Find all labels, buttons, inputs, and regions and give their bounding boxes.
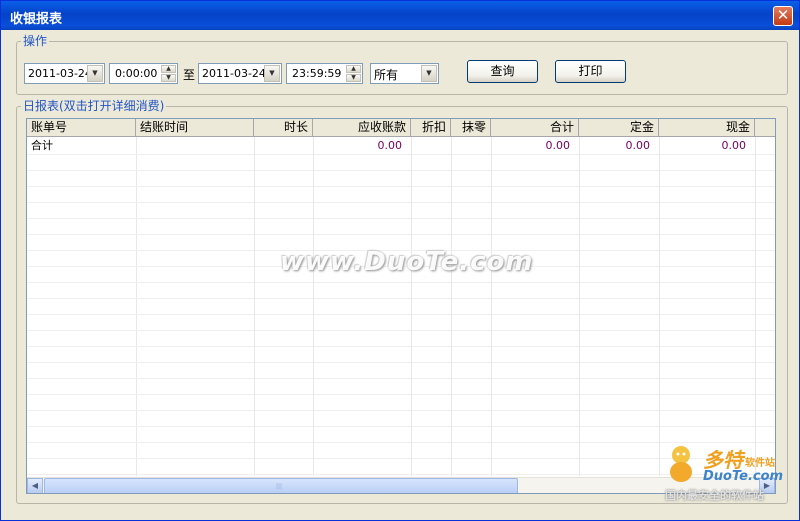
report-group-label: 日报表(双击打开详细消费): [21, 99, 167, 113]
window-title: 收银报表: [10, 12, 63, 27]
scroll-thumb[interactable]: |||: [44, 478, 518, 493]
grid-hline: [27, 330, 775, 331]
start-time-value: 0:00:00: [115, 67, 158, 80]
col-receivable[interactable]: 应收账款: [313, 119, 411, 137]
grip-icon: |||: [276, 483, 283, 490]
start-date-value: 2011-03-24: [28, 67, 92, 80]
col-duration[interactable]: 时长: [254, 119, 313, 137]
query-button[interactable]: 查询: [467, 60, 538, 83]
start-time-spinner[interactable]: 0:00:00 ▲ ▼: [109, 63, 178, 84]
scroll-left-icon[interactable]: ◀: [27, 478, 43, 493]
cell-bill-no: 合计: [31, 139, 53, 152]
duote-logo: 多特 软件站 DuoTe.com 国内最安全的软件站: [665, 444, 799, 506]
report-table[interactable]: 账单号 结账时间 时长 应收账款 折扣 抹零 合计 定金 现金 合计 0.00 …: [26, 118, 776, 494]
chevron-down-icon[interactable]: ▼: [421, 65, 437, 82]
print-button[interactable]: 打印: [555, 60, 626, 83]
chevron-down-icon[interactable]: ▼: [87, 65, 103, 82]
filter-value: 所有: [374, 68, 399, 82]
table-header: 账单号 结账时间 时长 应收账款 折扣 抹零 合计 定金 现金: [27, 119, 775, 137]
grid-hline: [27, 394, 775, 395]
grid-hline: [27, 282, 775, 283]
filter-select[interactable]: 所有 ▼: [370, 63, 439, 84]
chevron-down-icon[interactable]: ▼: [264, 65, 280, 82]
watermark-text: www.DuoTe.com: [280, 247, 534, 277]
spin-down-icon[interactable]: ▼: [346, 74, 361, 82]
title-bar[interactable]: 收银报表 ✕: [1, 1, 799, 30]
grid-hline: [27, 154, 775, 155]
grid-hline: [27, 426, 775, 427]
end-date-picker[interactable]: 2011-03-24 ▼: [198, 63, 282, 84]
col-cash[interactable]: 现金: [659, 119, 755, 137]
grid-hline: [27, 474, 775, 475]
col-total[interactable]: 合计: [491, 119, 579, 137]
cell-receivable: 0.00: [377, 139, 403, 152]
grid-hline: [27, 362, 775, 363]
logo-domain: DuoTe.com: [703, 469, 784, 484]
spin-up-icon[interactable]: ▲: [346, 65, 361, 73]
cell-duration: [254, 138, 313, 154]
cell-total: 0.00: [545, 139, 571, 152]
horizontal-scrollbar[interactable]: ◀ ||| ▶: [27, 477, 775, 493]
col-bill-no[interactable]: 账单号: [27, 119, 136, 137]
logo-sub: 软件站: [745, 458, 775, 469]
cell-checkout-time: [136, 138, 254, 154]
col-checkout-time[interactable]: 结账时间: [136, 119, 254, 137]
cell-deposit: 0.00: [625, 139, 651, 152]
spin-down-icon[interactable]: ▼: [161, 74, 176, 82]
col-deposit[interactable]: 定金: [579, 119, 659, 137]
grid-hline: [27, 202, 775, 203]
grid-hline: [27, 298, 775, 299]
cell-cash: 0.00: [721, 139, 747, 152]
close-icon: ✕: [776, 6, 790, 24]
grid-hline: [27, 442, 775, 443]
grid-hline: [27, 346, 775, 347]
logo-tagline: 国内最安全的软件站: [665, 489, 764, 502]
grid-hline: [27, 234, 775, 235]
mascot-icon: [670, 446, 692, 482]
grid-hline: [27, 458, 775, 459]
report-window: 收银报表 ✕ 操作 2011-03-24 ▼ 0:00:00 ▲ ▼ 至 2011…: [0, 0, 800, 521]
grid-hline: [27, 186, 775, 187]
grid-hline: [27, 170, 775, 171]
close-button[interactable]: ✕: [773, 6, 793, 26]
spin-up-icon[interactable]: ▲: [161, 65, 176, 73]
end-date-value: 2011-03-24: [202, 67, 266, 80]
operations-group-label: 操作: [21, 34, 50, 48]
col-extra: [755, 119, 775, 137]
grid-hline: [27, 314, 775, 315]
grid-hline: [27, 410, 775, 411]
grid-hline: [27, 378, 775, 379]
cell-discount: [411, 138, 451, 154]
end-time-value: 23:59:59: [292, 67, 342, 80]
grid-hline: [27, 218, 775, 219]
cell-rounding: [451, 138, 491, 154]
col-rounding[interactable]: 抹零: [451, 119, 491, 137]
start-date-picker[interactable]: 2011-03-24 ▼: [24, 63, 105, 84]
col-discount[interactable]: 折扣: [411, 119, 451, 137]
end-time-spinner[interactable]: 23:59:59 ▲ ▼: [286, 63, 363, 84]
to-label: 至: [183, 68, 196, 82]
